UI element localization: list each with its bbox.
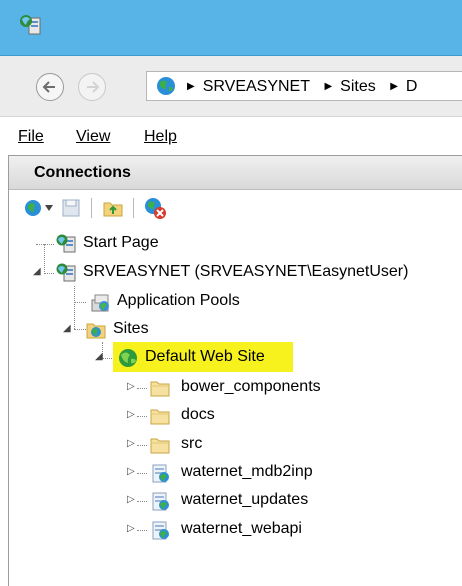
iis-manager-window: ▶ SRVEASYNET ▶ Sites ▶ D File View Help Con… (0, 0, 462, 586)
breadcrumb-separator-icon: ▶ (324, 81, 333, 92)
menu-view[interactable]: View (76, 128, 110, 146)
expand-arrow-icon[interactable]: ▷ (127, 439, 137, 449)
menu-view-label: View (76, 128, 111, 145)
collapse-arrow-icon[interactable]: ◢ (63, 324, 73, 334)
disconnect-icon[interactable] (143, 196, 167, 220)
tree-item-waternet-webapi[interactable]: ▷ waternet_webapi (9, 516, 339, 544)
folder-icon (149, 405, 171, 427)
forward-button[interactable] (78, 73, 106, 101)
tree-item-label: src (181, 435, 203, 452)
start-page-icon (56, 234, 76, 253)
tree-connector (137, 501, 147, 502)
server-icon (56, 263, 76, 282)
collapse-arrow-icon[interactable]: ◢ (95, 352, 105, 362)
web-application-icon (149, 462, 171, 484)
address-field[interactable]: ▶ SRVEASYNET ▶ Sites ▶ D (146, 71, 462, 101)
save-icon[interactable] (59, 196, 83, 220)
tree-item-label: waternet_mdb2inp (181, 463, 313, 480)
toolbar-separator (133, 198, 134, 218)
breadcrumb-separator-icon: ▶ (390, 81, 398, 92)
folder-icon (149, 434, 171, 456)
tree-item-waternet-updates[interactable]: ▷ waternet_updates (9, 487, 339, 515)
tree-connector (137, 445, 147, 446)
breadcrumb-sites[interactable]: Sites (340, 78, 376, 95)
tree-item-bower-components[interactable]: ▷ bower_components (9, 374, 339, 402)
title-bar[interactable] (0, 0, 462, 56)
menu-help[interactable]: Help (144, 128, 177, 146)
tree-item-docs[interactable]: ▷ docs (9, 402, 339, 430)
tree-item-label: Start Page (83, 234, 159, 251)
tree-item-start-page[interactable]: Start Page (9, 230, 309, 258)
dropdown-arrow-icon[interactable] (45, 205, 53, 211)
connections-title: Connections (34, 164, 131, 181)
connections-toolbar (9, 190, 462, 228)
menu-file-label: File (18, 128, 44, 145)
back-arrow-icon (42, 81, 55, 93)
tree-connector (137, 530, 147, 531)
tree-item-label: waternet_webapi (181, 520, 302, 537)
toolbar-separator (91, 198, 92, 218)
expand-arrow-icon[interactable]: ▷ (127, 382, 137, 392)
tree-item-label: Sites (113, 320, 149, 337)
folder-icon (149, 377, 171, 399)
tree-item-label: docs (181, 406, 215, 423)
tree-item-label: Application Pools (117, 292, 240, 309)
breadcrumb: ▶ SRVEASYNET ▶ Sites ▶ D (187, 78, 427, 96)
navigation-bar: ▶ SRVEASYNET ▶ Sites ▶ D (0, 56, 462, 117)
tree-item-label: SRVEASYNET (SRVEASYNET\EasynetUser) (83, 263, 409, 280)
web-application-icon (149, 519, 171, 541)
website-globe-icon (119, 349, 137, 367)
expand-arrow-icon[interactable]: ▷ (127, 410, 137, 420)
globe-icon (157, 77, 175, 95)
menu-file[interactable]: File (18, 128, 44, 146)
tree-connector (137, 416, 147, 417)
tree-item-waternet-mdb2inp[interactable]: ▷ waternet_mdb2inp (9, 459, 339, 487)
connections-tree: Start Page ◢ SRVEASYNET (SRVEASYNET\Easy… (9, 230, 462, 576)
breadcrumb-default-site[interactable]: D (406, 78, 418, 95)
forward-arrow-icon (87, 81, 100, 93)
collapse-arrow-icon[interactable]: ◢ (33, 267, 43, 277)
expand-arrow-icon[interactable]: ▷ (127, 467, 137, 477)
expand-arrow-icon[interactable]: ▷ (127, 495, 137, 505)
menu-help-label: Help (144, 128, 177, 145)
connect-globe-icon[interactable] (23, 196, 47, 220)
breadcrumb-server[interactable]: SRVEASYNET (203, 78, 310, 95)
tree-connector (137, 473, 147, 474)
tree-item-application-pools[interactable]: Application Pools (9, 288, 309, 316)
expand-arrow-icon[interactable]: ▷ (127, 524, 137, 534)
tree-item-server[interactable]: ◢ SRVEASYNET (SRVEASYNET\EasynetUser) (9, 259, 462, 287)
tree-item-src[interactable]: ▷ src (9, 431, 339, 459)
tree-connector (137, 388, 147, 389)
tree-item-label: bower_components (181, 378, 321, 395)
iis-app-icon (20, 15, 41, 35)
tree-item-default-web-site[interactable]: ◢ Default Web Site (9, 344, 309, 372)
tree-item-label: Default Web Site (145, 348, 265, 365)
web-application-icon (149, 490, 171, 512)
breadcrumb-separator-icon: ▶ (187, 81, 195, 92)
menu-bar: File View Help (0, 117, 462, 155)
back-button[interactable] (36, 73, 64, 101)
tree-item-sites[interactable]: ◢ Sites (9, 316, 309, 344)
application-pools-icon (91, 294, 109, 312)
up-folder-icon[interactable] (101, 196, 125, 220)
sites-folder-icon (86, 323, 106, 339)
tree-item-label: waternet_updates (181, 491, 309, 508)
connections-header: Connections (9, 156, 462, 190)
